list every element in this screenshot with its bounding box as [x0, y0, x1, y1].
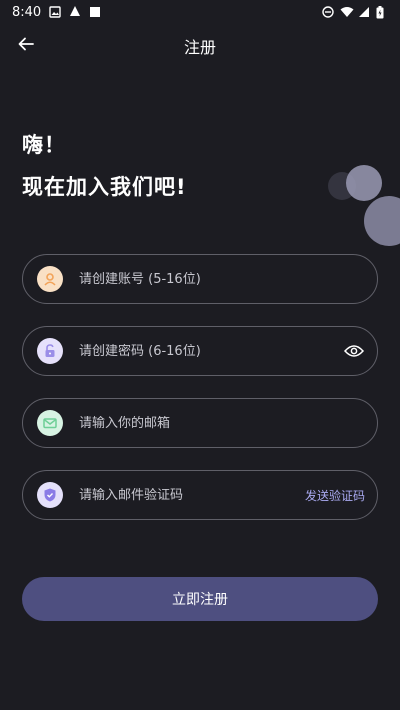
battery-icon [376, 6, 388, 19]
code-field[interactable]: 发送验证码 [22, 470, 378, 520]
do-not-disturb-icon [322, 6, 334, 18]
signal-icon [358, 6, 370, 18]
page-title: 注册 [183, 38, 216, 57]
unlock-icon [37, 338, 63, 364]
back-button[interactable] [14, 34, 38, 58]
greeting: 嗨！ 现在加入我们吧! [22, 130, 187, 202]
password-field[interactable] [22, 326, 378, 376]
image-icon [49, 6, 61, 18]
account-input[interactable] [79, 271, 365, 287]
usb-icon [89, 6, 101, 18]
shield-icon [37, 482, 63, 508]
account-field[interactable] [22, 254, 378, 304]
wifi-icon [340, 6, 354, 18]
status-time: 8:40 [12, 4, 42, 20]
send-code-button[interactable]: 发送验证码 [305, 487, 365, 504]
password-input[interactable] [79, 343, 343, 359]
decor-bubble-large [364, 196, 400, 246]
app-a-icon [69, 5, 81, 20]
greeting-line-1: 嗨！ [22, 133, 66, 157]
email-input[interactable] [79, 415, 365, 431]
arrow-left-icon [17, 35, 35, 57]
header: 注册 [0, 26, 400, 66]
email-field[interactable] [22, 398, 378, 448]
mail-icon [37, 410, 63, 436]
status-bar: 8:40 [0, 0, 400, 24]
register-button[interactable]: 立即注册 [22, 577, 378, 621]
user-icon [37, 266, 63, 292]
decor-bubble-medium [346, 165, 382, 201]
code-input[interactable] [79, 487, 305, 503]
greeting-line-2: 现在加入我们吧! [22, 175, 187, 199]
eye-icon[interactable] [343, 340, 365, 362]
